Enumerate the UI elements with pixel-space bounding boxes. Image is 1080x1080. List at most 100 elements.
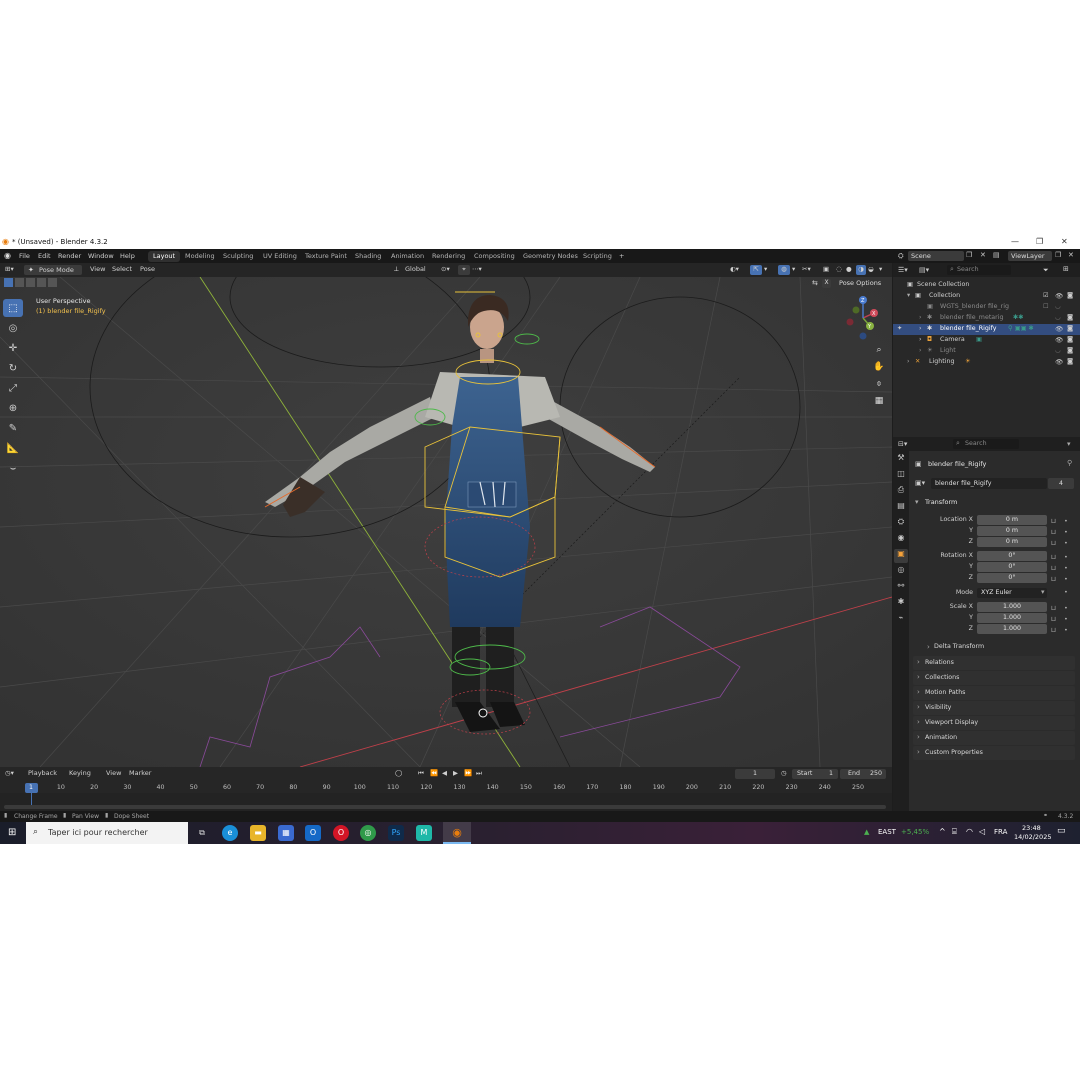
expand-icon[interactable]: ›: [919, 325, 922, 332]
outliner-row-light[interactable]: › ☀ Light ◡ ◙: [893, 346, 1080, 357]
transform-tool-icon[interactable]: ⊕: [3, 399, 23, 417]
maya-icon[interactable]: M: [416, 825, 432, 841]
panel-visibility[interactable]: › Visibility: [913, 701, 1075, 715]
play-reverse-icon[interactable]: ◀: [442, 769, 447, 779]
gizmo-icon[interactable]: ⇱: [750, 265, 762, 275]
overlay-icon[interactable]: ◍: [778, 265, 790, 275]
clock-date[interactable]: 14/02/2025: [1014, 833, 1051, 841]
menu-timeline-view[interactable]: View: [106, 769, 121, 779]
select-extend-icon[interactable]: [15, 278, 24, 287]
menu-view[interactable]: View: [90, 265, 105, 275]
expand-icon[interactable]: ›: [919, 347, 922, 354]
clock-time[interactable]: 23:48: [1022, 824, 1041, 832]
menu-help[interactable]: Help: [120, 252, 135, 260]
rotate-tool-icon[interactable]: ↻: [3, 359, 23, 377]
display-mode-icon[interactable]: ▤▾: [919, 266, 929, 274]
delete-viewlayer-icon[interactable]: ✕: [1068, 251, 1074, 259]
outliner-search-input[interactable]: Search: [947, 265, 1011, 275]
blender-taskbar-icon[interactable]: ◉: [449, 825, 465, 841]
outliner-row-camera[interactable]: › ◘ Camera ▣ 👁 ◙: [893, 335, 1080, 346]
edge-icon[interactable]: e: [222, 825, 238, 841]
menu-file[interactable]: File: [19, 252, 30, 260]
keyframe-dot-icon[interactable]: • • •: [1064, 516, 1068, 549]
current-frame-field[interactable]: 1: [735, 769, 775, 779]
pivot-icon[interactable]: ⊙▾: [441, 265, 450, 275]
panel-motion-paths[interactable]: › Motion Paths: [913, 686, 1075, 700]
blender-menu-icon[interactable]: ◉: [4, 251, 11, 260]
jump-keyframe-forward-icon[interactable]: ⏩: [464, 769, 472, 779]
output-tab-icon[interactable]: ⎙: [894, 485, 908, 499]
location-x-field[interactable]: 0 m: [977, 515, 1047, 525]
scale-z-field[interactable]: 1.000: [977, 624, 1047, 634]
notification-icon[interactable]: ▭: [1057, 826, 1066, 836]
preview-range-icon[interactable]: ◷: [781, 769, 787, 779]
zoom-icon[interactable]: ⌕: [872, 345, 886, 359]
tab-shading[interactable]: Shading: [350, 251, 386, 262]
file-explorer-icon[interactable]: ▬: [250, 825, 266, 841]
rotation-x-field[interactable]: 0°: [977, 551, 1047, 561]
timeline-area[interactable]: 1 10 20 30 40 50 60 70 80 90 100 110 120 130 140 150 160…: [0, 781, 892, 811]
tab-compositing[interactable]: Compositing: [469, 251, 520, 262]
ortho-grid-icon[interactable]: ▦: [872, 396, 886, 410]
menu-edit[interactable]: Edit: [38, 252, 51, 260]
tab-layout[interactable]: Layout: [148, 251, 181, 262]
frame-ruler[interactable]: 1 10 20 30 40 50 60 70 80 90 100 110 120 130 140 150 160…: [0, 781, 892, 793]
select-new-icon[interactable]: [4, 278, 13, 287]
eye-closed-icon[interactable]: ◡: [1055, 314, 1061, 321]
outliner-row-metarig[interactable]: › ✱ blender file_metarig ✱✱ ◡ ◙: [893, 313, 1080, 324]
pose-mode-indicator-icon[interactable]: ✦: [897, 325, 902, 332]
expand-icon[interactable]: ▾: [907, 292, 910, 299]
select-difference-icon[interactable]: [37, 278, 46, 287]
panel-animation[interactable]: › Animation: [913, 731, 1075, 745]
chevron-up-icon[interactable]: ^: [939, 827, 946, 836]
select-subtract-icon[interactable]: [26, 278, 35, 287]
windows-start-icon[interactable]: ⊞: [8, 827, 16, 838]
outliner-row-rigify[interactable]: ✦ › ✱ blender file_Rigify ⚲ ▣▣ ✱ 👁 ◙: [893, 324, 1080, 335]
outliner-editor-icon[interactable]: ☰▾: [898, 266, 908, 274]
maximize-icon[interactable]: ❐: [1036, 237, 1043, 246]
eye-icon[interactable]: 👁: [1055, 325, 1063, 333]
camera-render-icon[interactable]: ◙: [1067, 347, 1073, 354]
tab-geometry-nodes[interactable]: Geometry Nodes: [518, 251, 583, 262]
store-icon[interactable]: ▦: [278, 825, 294, 841]
outliner-row-lighting[interactable]: › ✕ Lighting ☀ 👁 ◙: [893, 357, 1080, 368]
lock-icon[interactable]: ⊔ ⊔ ⊔: [1051, 552, 1056, 585]
overlay-dropdown-icon[interactable]: ▾: [792, 265, 795, 275]
new-collection-icon[interactable]: ⊞: [1063, 265, 1069, 273]
jump-keyframe-back-icon[interactable]: ⏪: [430, 769, 438, 779]
render-tab-icon[interactable]: ◫: [894, 469, 908, 483]
menu-select[interactable]: Select: [112, 265, 132, 275]
users-count[interactable]: 4: [1048, 478, 1074, 489]
checkbox-icon[interactable]: ☐: [1043, 303, 1049, 310]
outlook-icon[interactable]: O: [305, 825, 321, 841]
minimize-icon[interactable]: —: [1011, 237, 1019, 246]
keyframe-dot-icon[interactable]: • • •: [1064, 603, 1068, 636]
eye-closed-icon[interactable]: ◡: [1055, 303, 1061, 310]
volume-icon[interactable]: ◁: [979, 827, 985, 836]
camera-render-icon[interactable]: ◙: [1067, 358, 1073, 365]
jump-start-icon[interactable]: ⏮: [418, 769, 424, 779]
taskbar-search-box[interactable]: ⌕ Taper ici pour rechercher: [26, 822, 188, 844]
pin-icon[interactable]: ⚲: [1067, 459, 1072, 467]
options-dropdown-icon[interactable]: ▾: [1067, 440, 1071, 448]
usb-icon[interactable]: ⌸: [952, 827, 957, 837]
object-data-selector-icon[interactable]: ▣▾: [915, 479, 925, 487]
auto-keying-icon[interactable]: ◯: [395, 769, 402, 779]
rotation-y-field[interactable]: 0°: [977, 562, 1047, 572]
outliner-row-wgts[interactable]: ▣ WGTS_blender file_rig ☐ ◡: [893, 302, 1080, 313]
timeline-scrollbar[interactable]: [4, 805, 886, 809]
orientation-selector[interactable]: Global: [405, 265, 426, 275]
checkbox-icon[interactable]: ☑: [1043, 292, 1049, 299]
object-tab-icon[interactable]: ▣: [894, 549, 908, 563]
view-layer-tab-icon[interactable]: ▤: [894, 501, 908, 515]
scale-tool-icon[interactable]: ⤢: [3, 379, 23, 397]
snap-icon[interactable]: ⌖: [458, 265, 470, 275]
scene-selector[interactable]: Scene: [908, 251, 964, 261]
tab-texture-paint[interactable]: Texture Paint: [300, 251, 352, 262]
play-icon[interactable]: ▶: [453, 769, 458, 779]
xray-icon[interactable]: ▣: [823, 265, 829, 275]
3d-viewport[interactable]: ⬚ ◎ ✛ ↻ ⤢ ⊕ ✎ 📐 ⌣ User Perspective (1) b…: [0, 277, 892, 767]
scene-tab-icon[interactable]: ⛭: [894, 517, 908, 531]
start-frame-field[interactable]: Start 1: [792, 769, 838, 779]
menu-playback[interactable]: Playback: [28, 769, 57, 779]
